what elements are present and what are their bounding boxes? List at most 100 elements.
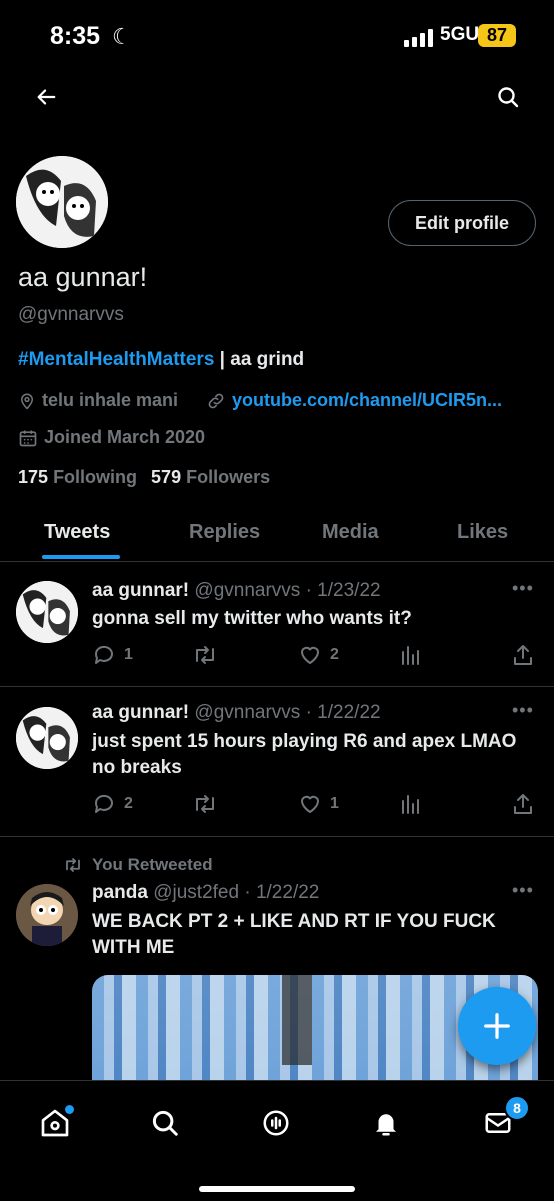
home-notification-dot [65,1105,74,1114]
tweet-text: WE BACK PT 2 + LIKE AND RT IF YOU FUCK W… [92,911,496,958]
compose-tweet-button[interactable] [458,987,536,1065]
profile-website: youtube.com/channel/UCIR5n... [206,390,502,411]
reply-count: 2 [124,795,133,812]
followers-label: Followers [186,467,271,487]
share-button[interactable] [512,792,534,816]
followers-link[interactable]: 579 Followers [151,467,270,488]
tweet-text: gonna sell my twitter who wants it? [92,608,412,629]
retweet-icon [66,858,80,872]
search-icon [152,1110,178,1136]
spaces-microphone-icon [263,1110,289,1136]
avatar-image [16,581,78,643]
tweet-actions: 2 1 [92,792,542,818]
avatar-image [16,707,78,769]
back-button[interactable] [24,75,68,119]
calendar-icon [19,430,37,446]
following-link[interactable]: 175 Following [18,467,137,488]
share-button[interactable] [512,643,534,667]
nav-explore[interactable] [143,1101,187,1145]
home-indicator-bar [199,1186,355,1192]
messages-badge: 8 [504,1095,530,1121]
tab-replies[interactable]: Replies [189,521,260,544]
retweet-icon [196,646,214,664]
tweet-author-name[interactable]: panda [92,882,148,903]
tab-tweets[interactable]: Tweets [44,521,110,544]
more-options-button[interactable]: ••• [512,578,534,599]
profile-tabs: Tweets Replies Media Likes [0,505,554,562]
tweet-avatar[interactable] [16,884,78,946]
tab-media[interactable]: Media [322,521,379,544]
profile-stats: 175 Following 579 Followers [18,467,270,488]
share-icon [514,794,532,814]
profile-bio: #MentalHealthMatters | aa grind [18,349,304,371]
more-options-button[interactable]: ••• [512,700,534,721]
search-button[interactable] [486,75,530,119]
reply-count: 1 [124,646,133,663]
following-label: Following [53,467,138,487]
profile-joined: Joined March 2020 [18,427,205,448]
heart-icon [301,795,319,813]
tweet-header: panda @just2fed · 1/22/22 [92,882,319,904]
edit-profile-button[interactable]: Edit profile [388,200,536,246]
location-pin-icon [20,393,34,410]
profile-display-name: aa gunnar! [18,262,148,292]
analytics-icon [402,646,419,665]
profile-location: telu inhale mani [18,390,178,411]
signal-icon [404,29,434,47]
bottom-navigation: 8 [0,1080,554,1201]
tab-likes[interactable]: Likes [457,521,508,544]
tweet-author-handle: @gvnnarvvs [194,702,301,723]
views-button[interactable] [400,792,422,816]
tweet-date: · 1/23/22 [305,580,381,601]
link-icon [208,393,224,408]
status-bar: 8:35 ☾ 5GUC 87 [0,0,554,70]
nav-messages[interactable]: 8 [476,1095,530,1145]
like-count: 2 [330,646,339,663]
status-time: 8:35 [50,22,101,50]
nav-notifications[interactable] [364,1101,408,1145]
tweet-avatar[interactable] [16,707,78,769]
plus-icon [484,1013,510,1039]
profile-handle: @gvnnarvvs [18,304,124,325]
retweet-button[interactable] [192,643,218,667]
tweet-actions: 1 2 [92,643,542,669]
more-options-button[interactable]: ••• [512,880,534,901]
media-detail [282,975,312,1065]
like-count: 1 [330,795,339,812]
back-arrow-icon [37,89,56,105]
search-icon [498,87,519,108]
heart-icon [301,646,319,664]
followers-count: 579 [151,467,182,487]
tweet-author-name[interactable]: aa gunnar! [92,580,189,601]
tweet-text: just spent 15 hours playing R6 and apex … [92,731,517,778]
avatar-image [16,884,78,946]
reply-button[interactable]: 1 [92,643,133,667]
reply-button[interactable]: 2 [92,792,133,816]
reply-icon [94,794,113,813]
tweet-divider [0,836,554,837]
retweet-button[interactable] [192,792,218,816]
tweet-author-name[interactable]: aa gunnar! [92,702,189,723]
profile-avatar[interactable] [16,156,108,248]
retweet-icon [196,795,214,813]
views-button[interactable] [400,643,422,667]
tweet-date: · 1/22/22 [244,882,320,903]
bio-hashtag-link[interactable]: #MentalHealthMatters [18,349,214,370]
retweet-label-text: You Retweeted [92,855,213,874]
moon-icon: ☾ [112,24,132,49]
like-button[interactable]: 2 [298,643,339,667]
tweet-header: aa gunnar! @gvnnarvvs · 1/23/22 [92,580,381,602]
nav-home[interactable] [33,1101,77,1145]
analytics-icon [402,795,419,814]
tweet-header: aa gunnar! @gvnnarvvs · 1/22/22 [92,702,381,724]
website-link[interactable]: youtube.com/channel/UCIR5n... [232,390,502,411]
battery-indicator: 87 [478,24,516,47]
joined-text: Joined March 2020 [44,427,206,447]
like-button[interactable]: 1 [298,792,339,816]
reply-icon [94,645,113,664]
tweet-avatar[interactable] [16,581,78,643]
active-tab-indicator [42,555,120,559]
nav-spaces[interactable] [254,1101,298,1145]
tweet-date: · 1/22/22 [305,702,381,723]
tweet-author-handle: @gvnnarvvs [194,580,301,601]
